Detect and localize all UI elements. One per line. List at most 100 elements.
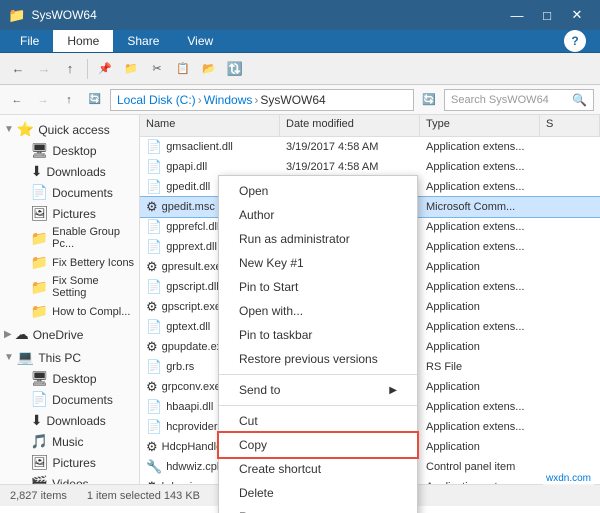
tab-home[interactable]: Home [53, 30, 113, 52]
help-button[interactable]: ? [564, 30, 586, 52]
addr-recent-button[interactable]: 🔄 [84, 89, 106, 111]
sidebar-item-pictures[interactable]: ▶ 🖼 Pictures [0, 203, 139, 224]
enable-group-label: Enable Group Pc... [52, 226, 135, 250]
tab-view[interactable]: View [173, 30, 227, 52]
onedrive-header[interactable]: ▶ ☁ OneDrive [0, 324, 139, 345]
search-box[interactable]: Search SysWOW64 🔍 [444, 89, 594, 111]
file-name: gpprext.dll [166, 241, 217, 253]
context-menu-item[interactable]: Send to▶ [219, 378, 417, 402]
col-size[interactable]: S [540, 115, 600, 136]
file-icon: ⚙ [146, 379, 158, 395]
sidebar-item-downloads[interactable]: ▶ ⬇ Downloads [0, 161, 139, 182]
context-menu-item[interactable]: Restore previous versions [219, 347, 417, 371]
context-menu-item[interactable]: Pin to taskbar [219, 323, 417, 347]
path-part-1[interactable]: Local Disk (C:) [117, 93, 196, 107]
this-pc-section: ▼ 💻 This PC ▶ 🖥 Desktop ▶ 📄 Documents ▶ … [0, 347, 139, 484]
file-icon: 📄 [146, 159, 162, 175]
table-row[interactable]: 📄 gmsaclient.dll 3/19/2017 4:58 AM Appli… [140, 137, 600, 157]
file-type-cell: Application extens... [420, 161, 540, 173]
tab-file[interactable]: File [6, 30, 53, 52]
maximize-button[interactable]: □ [532, 0, 562, 30]
ctx-item-label: Author [239, 208, 274, 222]
sidebar-item-enable-group[interactable]: ▶ 📁 Enable Group Pc... [0, 224, 139, 252]
desktop-icon: 🖥 [31, 142, 49, 159]
context-menu-item[interactable]: Cut [219, 409, 417, 433]
path-part-2[interactable]: Windows [204, 93, 253, 107]
col-date[interactable]: Date modified [280, 115, 420, 136]
pin-button[interactable]: 📌 [93, 57, 117, 81]
context-menu-item[interactable]: Create shortcut [219, 457, 417, 481]
search-icon[interactable]: 🔍 [572, 93, 587, 107]
file-type-cell: Application extens... [420, 221, 540, 233]
sidebar-pc-pictures[interactable]: ▶ 🖼 Pictures [0, 452, 139, 473]
ctx-item-label: Pin to Start [239, 280, 298, 294]
file-type-cell: Application extens... [420, 241, 540, 253]
sidebar-item-fix-settings[interactable]: ▶ 📁 Fix Some Setting [0, 273, 139, 301]
addr-up-button[interactable]: ↑ [58, 89, 80, 111]
address-path[interactable]: Local Disk (C:) › Windows › SysWOW64 [110, 89, 414, 111]
folder-icon: 📁 [8, 7, 25, 24]
col-type[interactable]: Type [420, 115, 540, 136]
quick-access-header[interactable]: ▼ ⭐ Quick access [0, 119, 139, 140]
context-menu-item[interactable]: Delete [219, 481, 417, 505]
toolbar-separator-1 [87, 59, 88, 79]
file-type-cell: Application extens... [420, 281, 540, 293]
addr-forward-button: → [32, 89, 54, 111]
forward-button[interactable]: → [32, 57, 56, 81]
quick-access-icon: ⭐ [17, 121, 34, 138]
refresh-button[interactable]: 🔃 [223, 57, 247, 81]
context-menu-item[interactable]: Rename [219, 505, 417, 513]
ctx-item-label: Copy [239, 438, 267, 452]
context-menu-item[interactable]: Run as administrator [219, 227, 417, 251]
file-icon: ⚙ [146, 439, 158, 455]
file-type-cell: Application extens... [420, 481, 540, 485]
sidebar-item-how-to[interactable]: ▶ 📁 How to Compl... [0, 301, 139, 322]
this-pc-header[interactable]: ▼ 💻 This PC [0, 347, 139, 368]
context-menu-item[interactable]: New Key #1 [219, 251, 417, 275]
col-name[interactable]: Name [140, 115, 280, 136]
file-name: gptext.dll [166, 321, 210, 333]
context-menu-item[interactable]: Copy [219, 433, 417, 457]
sidebar-item-documents[interactable]: ▶ 📄 Documents [0, 182, 139, 203]
file-icon: 📄 [146, 279, 162, 295]
sidebar-pc-videos[interactable]: ▶ 🎬 Videos [0, 473, 139, 484]
sidebar-pc-desktop[interactable]: ▶ 🖥 Desktop [0, 368, 139, 389]
back-button[interactable]: ← [6, 57, 30, 81]
search-placeholder: Search SysWOW64 [451, 94, 549, 106]
file-name: hdwwiz.cpl [166, 461, 219, 473]
sidebar-pc-documents[interactable]: ▶ 📄 Documents [0, 389, 139, 410]
ctx-item-label: Create shortcut [239, 462, 321, 476]
refresh-addr-button[interactable]: 🔄 [418, 89, 440, 111]
context-menu-item[interactable]: Open [219, 179, 417, 203]
file-list-header: Name Date modified Type S [140, 115, 600, 137]
quick-access-section: ▼ ⭐ Quick access ▶ 🖥 Desktop ▶ ⬇ Downloa… [0, 119, 139, 322]
item-count: 2,827 items [10, 490, 67, 502]
tab-share[interactable]: Share [113, 30, 173, 52]
close-button[interactable]: ✕ [562, 0, 592, 30]
title-bar-left: 📁 SysWOW64 [8, 7, 97, 24]
file-icon: 📄 [146, 419, 162, 435]
path-part-3: SysWOW64 [260, 93, 325, 107]
sidebar-item-desktop[interactable]: ▶ 🖥 Desktop [0, 140, 139, 161]
addr-back-button[interactable]: ← [6, 89, 28, 111]
new-folder-button[interactable]: 📁 [119, 57, 143, 81]
paste-button[interactable]: 📂 [197, 57, 221, 81]
window-title: SysWOW64 [31, 8, 96, 22]
context-menu-item[interactable]: Pin to Start [219, 275, 417, 299]
file-name: gmsaclient.dll [166, 141, 233, 153]
sidebar-item-fix-battery[interactable]: ▶ 📁 Fix Bettery Icons [0, 252, 139, 273]
sidebar-pc-music[interactable]: ▶ 🎵 Music [0, 431, 139, 452]
table-row[interactable]: 📄 gpapi.dll 3/19/2017 4:58 AM Applicatio… [140, 157, 600, 177]
ctx-item-label: Open with... [239, 304, 303, 318]
onedrive-section: ▶ ☁ OneDrive [0, 324, 139, 345]
context-menu-item[interactable]: Open with... [219, 299, 417, 323]
context-menu-item[interactable]: Author [219, 203, 417, 227]
minimize-button[interactable]: — [502, 0, 532, 30]
sidebar-pc-downloads[interactable]: ▶ ⬇ Downloads [0, 410, 139, 431]
up-button[interactable]: ↑ [58, 57, 82, 81]
copy-button[interactable]: 📋 [171, 57, 195, 81]
cut-button[interactable]: ✂ [145, 57, 169, 81]
file-name-cell: 📄 gmsaclient.dll [140, 139, 280, 155]
file-type-cell: Application extens... [420, 141, 540, 153]
ctx-item-label: Cut [239, 414, 258, 428]
